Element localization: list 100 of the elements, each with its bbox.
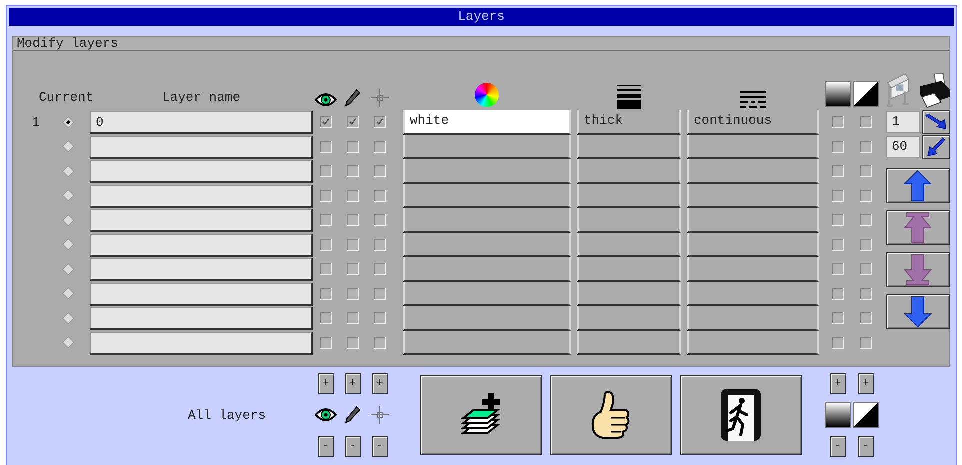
minus-button[interactable]: - — [344, 436, 360, 457]
color-field[interactable] — [403, 184, 571, 208]
layer-name-field[interactable] — [90, 160, 313, 183]
new-layer-button[interactable] — [420, 375, 542, 455]
layer-name-field[interactable] — [90, 136, 313, 158]
linetype-field[interactable] — [687, 134, 819, 159]
checkbox[interactable] — [860, 140, 872, 153]
pen-button[interactable] — [922, 134, 950, 159]
checkbox[interactable] — [860, 214, 872, 226]
minus-button[interactable]: - — [318, 436, 334, 457]
checkbox[interactable] — [346, 336, 358, 349]
checkbox[interactable] — [346, 238, 358, 251]
checkbox[interactable] — [320, 116, 332, 128]
checkbox[interactable] — [346, 312, 358, 324]
layer-name-field[interactable] — [90, 258, 313, 281]
color-field[interactable]: white — [403, 110, 571, 134]
layer-name-field[interactable] — [90, 209, 313, 232]
checkbox[interactable] — [320, 190, 332, 202]
pen-button[interactable] — [922, 110, 950, 134]
checkbox[interactable] — [860, 116, 872, 128]
checkbox[interactable] — [320, 165, 332, 178]
ok-button[interactable] — [550, 375, 672, 455]
minus-button[interactable]: - — [858, 436, 874, 457]
checkbox[interactable] — [860, 165, 872, 178]
color-field[interactable] — [403, 306, 571, 330]
linetype-field[interactable] — [687, 257, 819, 282]
lineweight-field[interactable] — [577, 282, 681, 306]
color-field[interactable] — [403, 257, 571, 282]
lineweight-field[interactable] — [577, 208, 681, 232]
checkbox[interactable] — [320, 336, 332, 349]
pen-field[interactable]: 60 — [886, 136, 920, 158]
checkbox[interactable] — [860, 263, 872, 276]
checkbox[interactable] — [320, 140, 332, 153]
checkbox[interactable] — [832, 165, 844, 178]
checkbox[interactable] — [832, 190, 844, 202]
lineweight-field[interactable] — [577, 257, 681, 282]
exit-button[interactable] — [680, 375, 802, 455]
checkbox[interactable] — [374, 263, 386, 276]
checkbox[interactable] — [346, 214, 358, 226]
linetype-field[interactable] — [687, 184, 819, 208]
layer-name-field[interactable] — [90, 282, 313, 306]
layer-name-field[interactable]: 0 — [90, 111, 313, 134]
checkbox[interactable] — [374, 312, 386, 324]
checkbox[interactable] — [374, 140, 386, 153]
checkbox[interactable] — [346, 140, 358, 153]
layer-name-field[interactable] — [90, 307, 313, 330]
checkbox[interactable] — [374, 288, 386, 300]
lineweight-field[interactable] — [577, 134, 681, 159]
linetype-field[interactable] — [687, 159, 819, 184]
checkbox[interactable] — [346, 116, 358, 128]
color-field[interactable] — [403, 232, 571, 257]
color-field[interactable] — [403, 159, 571, 184]
linetype-field[interactable] — [687, 232, 819, 257]
lineweight-field[interactable] — [577, 306, 681, 330]
checkbox[interactable] — [860, 312, 872, 324]
checkbox[interactable] — [374, 116, 386, 128]
color-field[interactable] — [403, 134, 571, 159]
checkbox[interactable] — [346, 288, 358, 300]
checkbox[interactable] — [346, 263, 358, 276]
linetype-field[interactable] — [687, 330, 819, 355]
color-field[interactable] — [403, 282, 571, 306]
checkbox[interactable] — [374, 165, 386, 178]
checkbox[interactable] — [860, 288, 872, 300]
lineweight-field[interactable] — [577, 184, 681, 208]
checkbox[interactable] — [832, 214, 844, 226]
lineweight-field[interactable] — [577, 159, 681, 184]
checkbox[interactable] — [860, 190, 872, 202]
lineweight-field[interactable] — [577, 330, 681, 355]
plus-button[interactable]: + — [830, 373, 846, 394]
checkbox[interactable] — [832, 140, 844, 153]
lineweight-field[interactable] — [577, 232, 681, 257]
linetype-field[interactable] — [687, 306, 819, 330]
layer-name-field[interactable] — [90, 234, 313, 256]
lineweight-field[interactable]: thick — [577, 110, 681, 134]
checkbox[interactable] — [320, 214, 332, 226]
checkbox[interactable] — [832, 336, 844, 349]
checkbox[interactable] — [374, 190, 386, 202]
checkbox[interactable] — [320, 263, 332, 276]
plus-button[interactable]: + — [318, 373, 334, 394]
checkbox[interactable] — [860, 336, 872, 349]
linetype-field[interactable] — [687, 208, 819, 232]
checkbox[interactable] — [832, 238, 844, 251]
plus-button[interactable]: + — [344, 373, 360, 394]
color-field[interactable] — [403, 208, 571, 232]
checkbox[interactable] — [832, 288, 844, 300]
linetype-field[interactable] — [687, 282, 819, 306]
checkbox[interactable] — [832, 312, 844, 324]
checkbox[interactable] — [320, 312, 332, 324]
checkbox[interactable] — [346, 165, 358, 178]
minus-button[interactable]: - — [830, 436, 846, 457]
color-field[interactable] — [403, 330, 571, 355]
checkbox[interactable] — [860, 238, 872, 251]
minus-button[interactable]: - — [372, 436, 388, 457]
plus-button[interactable]: + — [858, 373, 874, 394]
checkbox[interactable] — [374, 336, 386, 349]
checkbox[interactable] — [832, 263, 844, 276]
checkbox[interactable] — [374, 238, 386, 251]
checkbox[interactable] — [374, 214, 386, 226]
linetype-field[interactable]: continuous — [687, 110, 819, 134]
pen-field[interactable]: 1 — [886, 111, 920, 134]
